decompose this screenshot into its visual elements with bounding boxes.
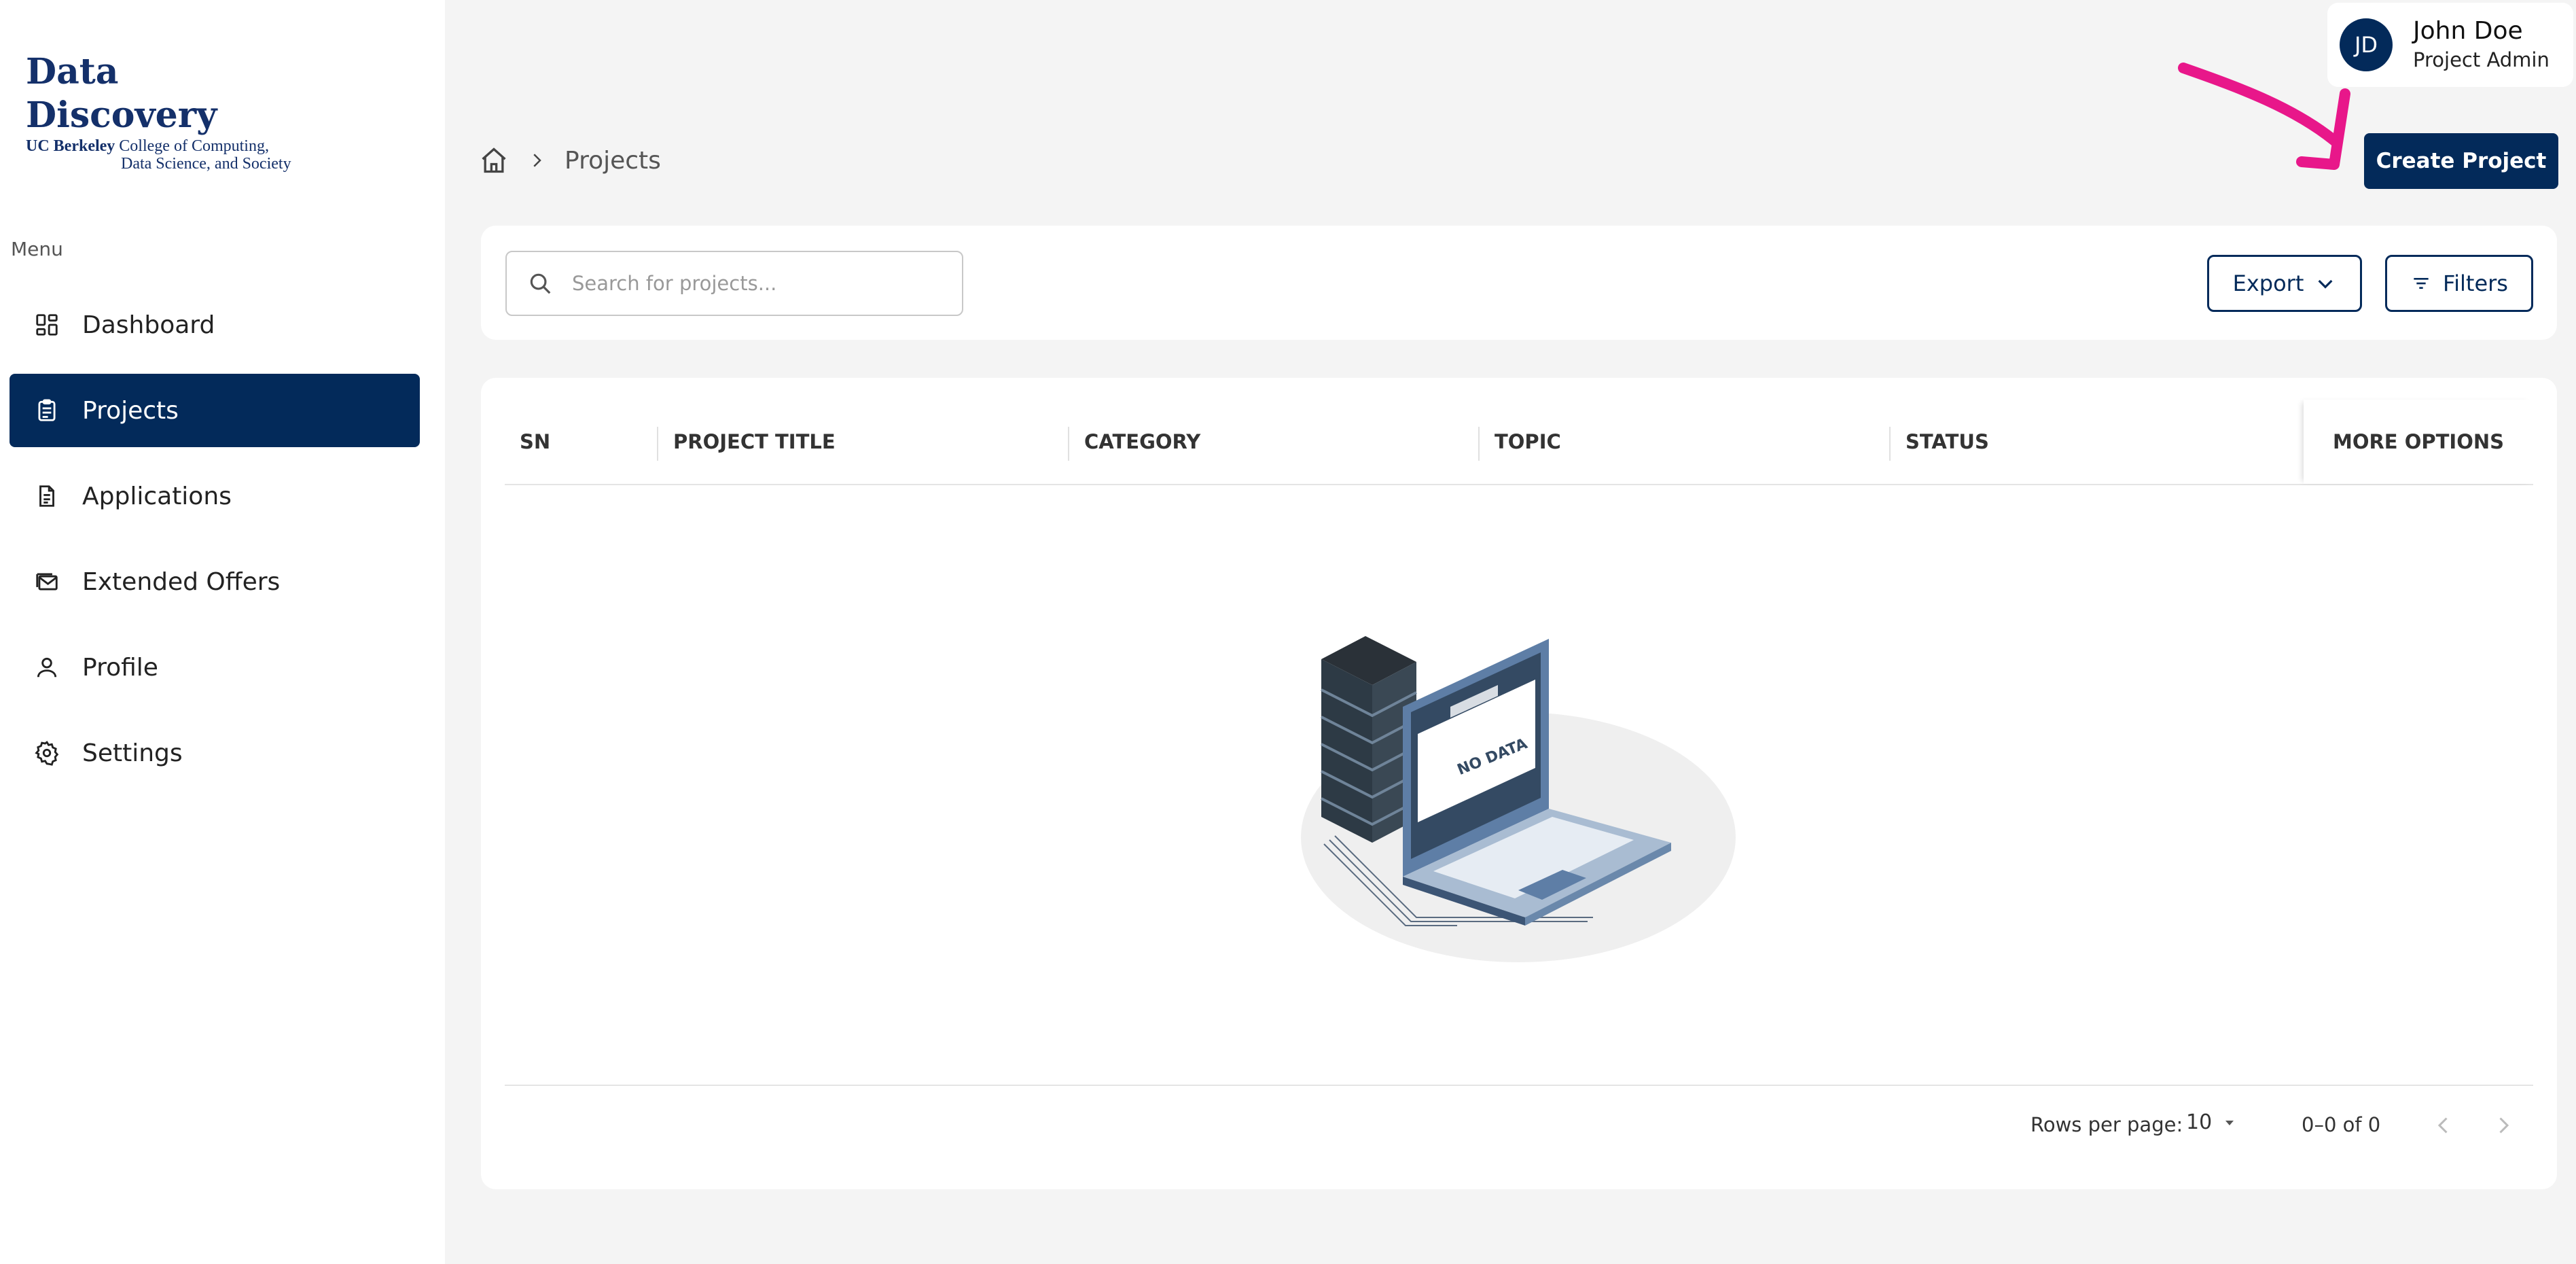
sidebar-item-label: Applications — [82, 482, 232, 510]
next-page-button[interactable] — [2487, 1109, 2520, 1142]
rows-per-page-select[interactable]: 10 — [2186, 1110, 2238, 1134]
column-header-topic[interactable]: TOPIC — [1495, 400, 1561, 484]
user-name: John Doe — [2413, 17, 2523, 45]
create-project-button[interactable]: Create Project — [2364, 133, 2558, 189]
column-header-more-options: MORE OPTIONS — [2304, 400, 2533, 484]
brand-subtitle-college: College of Computing, — [119, 137, 269, 155]
table-header: SN PROJECT TITLE CATEGORY TOPIC STATUS M… — [505, 400, 2533, 485]
sidebar-item-profile[interactable]: Profile — [10, 631, 420, 704]
column-divider[interactable] — [1478, 427, 1480, 461]
page-range: 0–0 of 0 — [2302, 1113, 2381, 1136]
clipboard-icon — [34, 398, 60, 423]
search-icon — [530, 273, 551, 294]
filters-label: Filters — [2443, 270, 2508, 296]
column-divider[interactable] — [1068, 427, 1069, 461]
brand-subtitle-bold: UC Berkeley — [26, 137, 115, 155]
brand-title: Data Discovery — [26, 51, 217, 136]
mail-stack-icon — [34, 569, 60, 595]
annotation-arrow-icon — [2178, 63, 2350, 170]
column-header-category[interactable]: CATEGORY — [1084, 400, 1200, 484]
breadcrumb-current: Projects — [565, 146, 661, 175]
column-header-project-title[interactable]: PROJECT TITLE — [673, 400, 836, 484]
projects-table: SN PROJECT TITLE CATEGORY TOPIC STATUS M… — [481, 378, 2557, 1189]
sidebar-item-dashboard[interactable]: Dashboard — [10, 288, 420, 362]
chevron-down-icon — [2318, 279, 2333, 289]
column-header-status[interactable]: STATUS — [1906, 400, 1989, 484]
sidebar-item-label: Dashboard — [82, 311, 215, 339]
chevron-right-icon — [2499, 1117, 2509, 1134]
breadcrumb: Projects — [479, 144, 661, 177]
table-pagination: Rows per page: 10 0–0 of 0 — [505, 1085, 2533, 1166]
sidebar-item-label: Projects — [82, 396, 179, 425]
document-icon — [34, 483, 60, 509]
sidebar-item-label: Profile — [82, 653, 158, 682]
sidebar-item-settings[interactable]: Settings — [10, 716, 420, 790]
brand-logo[interactable]: Data Discovery UC Berkeley College of Co… — [26, 50, 311, 173]
search-box[interactable] — [505, 251, 963, 316]
export-label: Export — [2232, 270, 2304, 296]
sidebar-item-label: Extended Offers — [82, 567, 281, 596]
sidebar-item-label: Settings — [82, 739, 183, 767]
toolbar-card: Export Filters — [481, 226, 2557, 340]
export-button[interactable]: Export — [2207, 255, 2362, 312]
sidebar: Data Discovery UC Berkeley College of Co… — [0, 0, 445, 1264]
column-divider[interactable] — [657, 427, 658, 461]
filters-button[interactable]: Filters — [2385, 255, 2533, 312]
filter-icon — [2414, 278, 2429, 289]
brand-subtitle-line1: UC Berkeley College of Computing, — [26, 137, 311, 155]
menu-label: Menu — [11, 238, 63, 260]
sidebar-item-applications[interactable]: Applications — [10, 459, 420, 533]
previous-page-button[interactable] — [2427, 1109, 2460, 1142]
column-divider[interactable] — [1889, 427, 1891, 461]
sidebar-item-projects[interactable]: Projects — [10, 374, 420, 447]
dashboard-icon — [34, 312, 60, 338]
brand-subtitle-line2: Data Science, and Society — [121, 155, 291, 173]
search-input[interactable] — [572, 272, 952, 295]
column-header-sn[interactable]: SN — [520, 400, 550, 484]
chevron-left-icon — [2437, 1117, 2448, 1134]
rows-per-page-label: Rows per page: — [2031, 1113, 2183, 1136]
rows-per-page-value: 10 — [2186, 1110, 2213, 1134]
caret-down-icon — [2225, 1120, 2234, 1125]
sidebar-item-extended-offers[interactable]: Extended Offers — [10, 545, 420, 618]
user-role: Project Admin — [2413, 48, 2550, 71]
person-icon — [34, 654, 60, 680]
chevron-right-icon — [526, 150, 547, 171]
no-data-illustration: NO DATA — [1294, 632, 1742, 985]
home-icon[interactable] — [479, 145, 509, 175]
no-data-illustration-icon: NO DATA — [1301, 636, 1736, 962]
user-info: John Doe Project Admin — [2413, 16, 2550, 73]
gear-icon — [34, 740, 60, 766]
